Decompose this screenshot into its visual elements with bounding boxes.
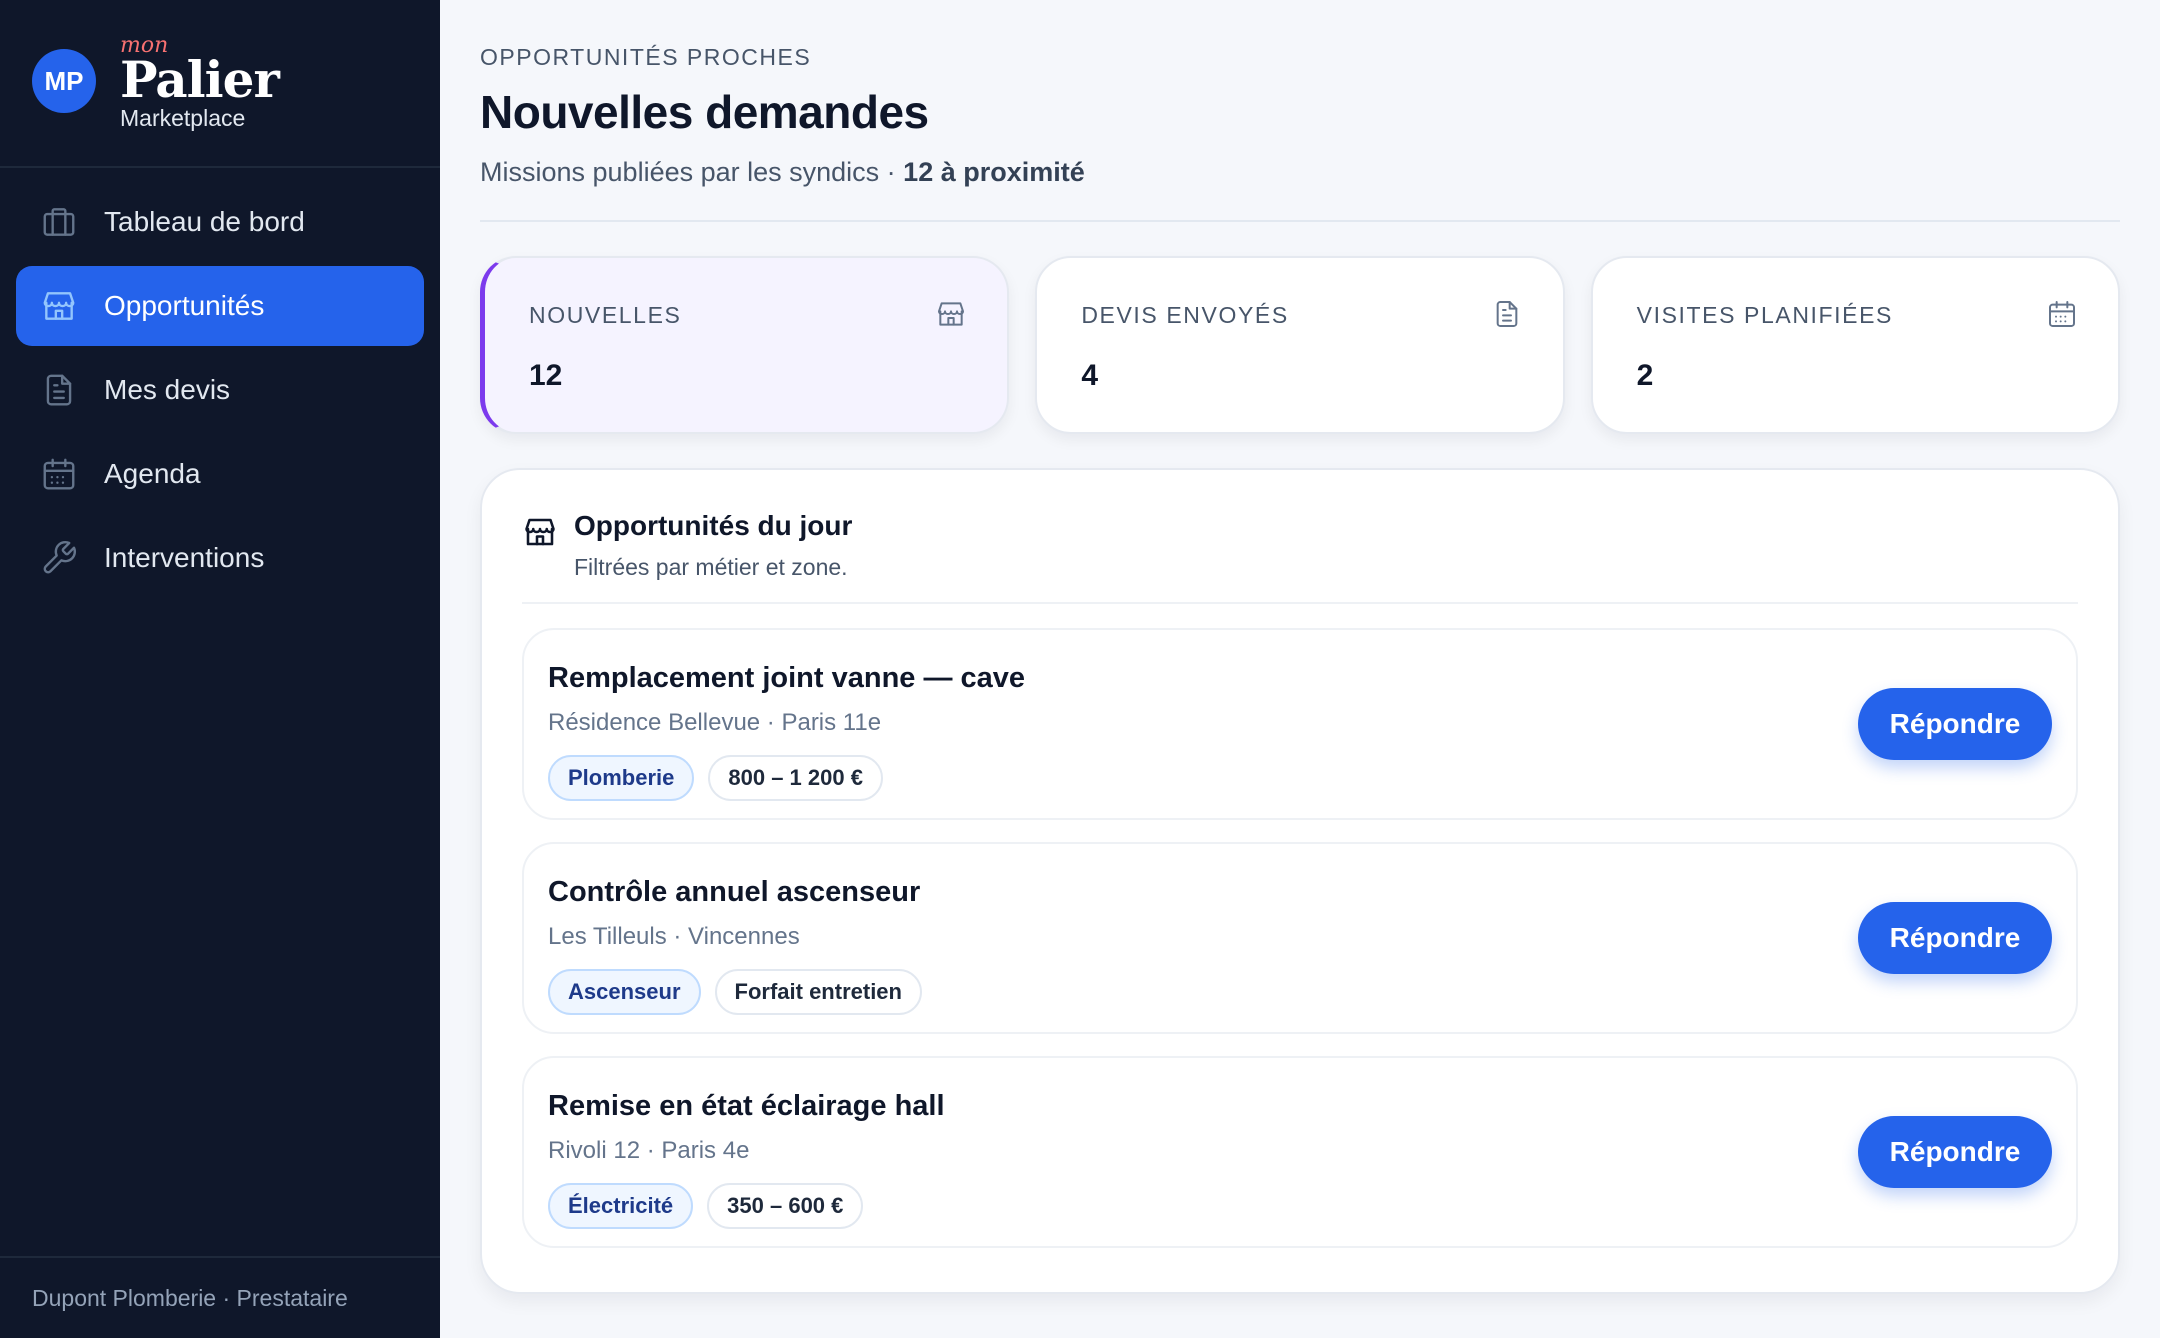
opportunity-title: Remise en état éclairage hall xyxy=(548,1090,945,1122)
sidebar-item-label: Tableau de bord xyxy=(104,206,305,237)
page-subtitle: Missions publiées par les syndics · 12 à… xyxy=(480,157,2120,188)
reply-button[interactable]: Répondre xyxy=(1858,1116,2052,1188)
storefront-icon xyxy=(935,298,967,330)
calendar-icon xyxy=(40,455,78,493)
sidebar: MP mon Palier Marketplace Tableau de bor… xyxy=(0,0,440,1338)
brand-sub: Marketplace xyxy=(120,104,246,131)
opportunity-title: Contrôle annuel ascenseur xyxy=(548,876,921,908)
brand: MP mon Palier Marketplace xyxy=(0,0,440,168)
opportunity-item[interactable]: Remise en état éclairage hall Rivoli 12 … xyxy=(522,1056,2078,1248)
header-divider xyxy=(480,220,2120,222)
trade-badge: Plomberie xyxy=(548,755,695,801)
opportunity-tags: Ascenseur Forfait entretien xyxy=(548,969,2052,1015)
sidebar-item-label: Interventions xyxy=(104,542,265,573)
document-icon xyxy=(1491,298,1523,330)
price-badge: Forfait entretien xyxy=(714,969,922,1015)
sidebar-item-label: Agenda xyxy=(104,458,201,489)
daily-opportunities-card: Opportunités du jour Filtrées par métier… xyxy=(480,468,2120,1294)
page-title: Nouvelles demandes xyxy=(480,86,929,138)
storefront-icon xyxy=(522,514,558,550)
stat-label: DEVIS ENVOYÉS xyxy=(1081,302,1289,328)
document-icon xyxy=(40,371,78,409)
trade-badge: Ascenseur xyxy=(548,969,701,1015)
stat-label: NOUVELLES xyxy=(529,302,682,328)
wrench-icon xyxy=(40,539,78,577)
opportunity-location: Rivoli 12 · Paris 4e xyxy=(548,1137,750,1164)
sidebar-item-mes-devis[interactable]: Mes devis xyxy=(16,350,424,430)
brand-avatar: MP xyxy=(32,49,96,113)
stat-card-devis-envoyes[interactable]: DEVIS ENVOYÉS 4 xyxy=(1035,256,1565,434)
opportunity-tags: Électricité 350 – 600 € xyxy=(548,1183,2052,1229)
stat-value: 12 xyxy=(529,359,563,392)
price-badge: 800 – 1 200 € xyxy=(708,755,883,801)
briefcase-icon xyxy=(40,203,78,241)
brand-logo[interactable]: mon Palier Marketplace xyxy=(120,32,280,131)
storefront-icon xyxy=(40,287,78,325)
stat-value: 2 xyxy=(1636,359,1654,392)
opportunity-item[interactable]: Remplacement joint vanne — cave Résidenc… xyxy=(522,628,2078,820)
stats-row: NOUVELLES 12 DEVIS ENVOYÉS 4 VISITES PLA… xyxy=(480,256,2120,434)
price-badge: 350 – 600 € xyxy=(707,1183,864,1229)
reply-button[interactable]: Répondre xyxy=(1858,688,2052,760)
main-content: OPPORTUNITÉS PROCHES Nouvelles demandes … xyxy=(480,0,2120,1294)
sidebar-item-tableau-de-bord[interactable]: Tableau de bord xyxy=(16,182,424,262)
trade-badge: Électricité xyxy=(548,1183,694,1229)
card-subtitle: Filtrées par métier et zone. xyxy=(574,554,848,580)
sidebar-item-interventions[interactable]: Interventions xyxy=(16,518,424,598)
sidebar-nav: Tableau de bord Opportunités Mes devis A… xyxy=(0,168,440,598)
reply-button[interactable]: Répondre xyxy=(1858,902,2052,974)
sidebar-item-agenda[interactable]: Agenda xyxy=(16,434,424,514)
opportunity-tags: Plomberie 800 – 1 200 € xyxy=(548,755,2052,801)
brand-mon: mon xyxy=(120,32,169,58)
sidebar-item-opportunites[interactable]: Opportunités xyxy=(16,266,424,346)
opportunity-location: Résidence Bellevue · Paris 11e xyxy=(548,709,882,736)
nearby-count: 12 à proximité xyxy=(903,157,1085,187)
sidebar-item-label: Mes devis xyxy=(104,374,231,405)
opportunity-title: Remplacement joint vanne — cave xyxy=(548,662,1026,694)
page-subtitle-text: Missions publiées par les syndics · xyxy=(480,157,904,187)
stat-card-visites-planifiees[interactable]: VISITES PLANIFIÉES 2 xyxy=(1590,256,2120,434)
opportunity-item[interactable]: Contrôle annuel ascenseur Les Tilleuls ·… xyxy=(522,842,2078,1034)
sidebar-footer-user: Dupont Plomberie · Prestataire xyxy=(0,1256,440,1338)
stat-label: VISITES PLANIFIÉES xyxy=(1636,302,1893,328)
card-title: Opportunités du jour xyxy=(574,510,853,541)
calendar-icon xyxy=(2046,298,2078,330)
stat-value: 4 xyxy=(1081,359,1099,392)
opportunity-location: Les Tilleuls · Vincennes xyxy=(548,923,800,950)
stat-card-nouvelles[interactable]: NOUVELLES 12 xyxy=(480,256,1010,434)
card-header: Opportunités du jour Filtrées par métier… xyxy=(522,510,2078,604)
sidebar-item-label: Opportunités xyxy=(104,290,265,321)
page-eyebrow: OPPORTUNITÉS PROCHES xyxy=(480,44,812,70)
